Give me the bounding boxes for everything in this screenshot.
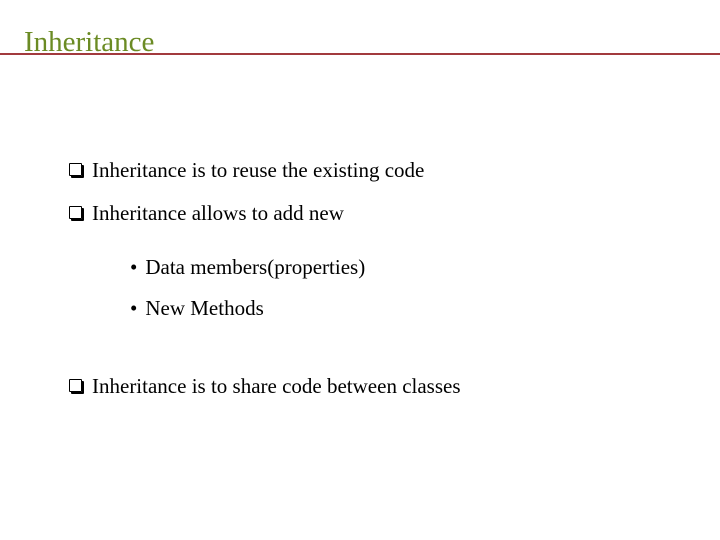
checkbox-bullet-icon [69,379,82,392]
dot-bullet-icon: • [130,255,138,279]
bullet-item: Inheritance is to share code between cla… [69,373,461,399]
sub-bullet-item: • New Methods [130,295,264,321]
bullet-text: Inheritance allows to add new [92,201,344,225]
bullet-text: Inheritance is to share code between cla… [92,374,461,398]
bullet-text: Inheritance is to reuse the existing cod… [92,158,425,182]
checkbox-bullet-icon [69,206,82,219]
sub-bullet-item: • Data members(properties) [130,254,365,280]
checkbox-bullet-icon [69,163,82,176]
bullet-item: Inheritance allows to add new [69,200,344,226]
title-underline [0,53,720,55]
bullet-text: Data members(properties) [145,255,366,279]
bullet-item: Inheritance is to reuse the existing cod… [69,157,424,183]
bullet-text: New Methods [145,296,264,320]
dot-bullet-icon: • [130,296,138,320]
